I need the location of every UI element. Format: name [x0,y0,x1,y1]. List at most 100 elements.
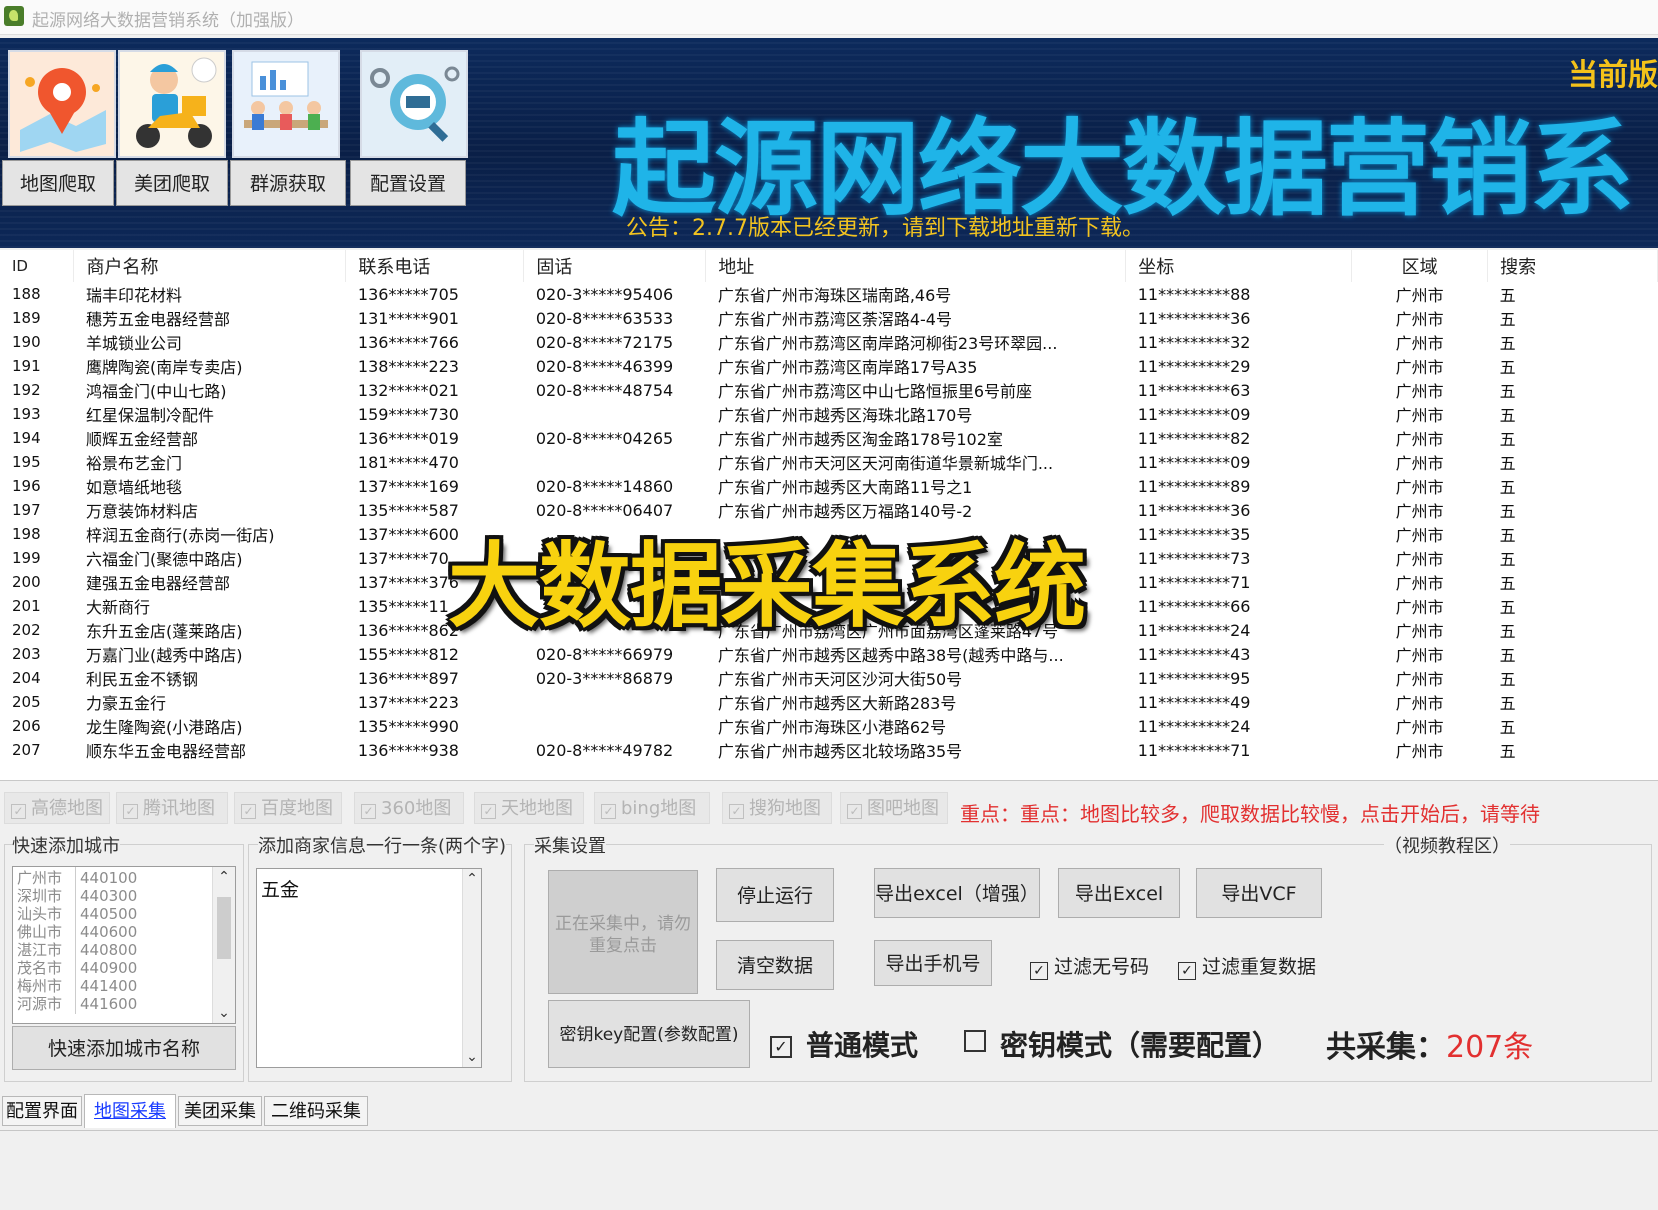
map-source-sogou[interactable]: ✓ 搜狗地图 [722,792,832,824]
tab-config[interactable]: 配置界面 [2,1096,82,1126]
table-cell [524,402,706,426]
table-cell: 136*****938 [357,740,459,760]
city-list-item[interactable]: 广州市 440100 [13,867,137,888]
config-settings-button[interactable]: 配置设置 [350,160,466,206]
export-vcf-button[interactable]: 导出VCF [1196,868,1322,918]
table-row[interactable]: 188 瑞丰印花材料 136*****705 020-3*****95406 广东省广州… [0,282,1658,306]
table-row[interactable]: 206 龙生隆陶瓷(小港路店) 135*****990 广东省广州市海珠区小港路62号… [0,714,1658,738]
normal-mode-checkbox[interactable]: ✓ 普通模式 [770,1024,918,1064]
table-cell: 11*********09 [1137,452,1251,472]
column-header[interactable]: 联系电话 [345,250,525,282]
table-cell: 136*****766 [357,332,459,352]
column-header[interactable]: 地址 [705,250,1127,282]
map-crawl-tile[interactable] [8,50,116,158]
table-row[interactable]: 192 鸿福金门(中山七路) 132*****021 020-8*****48754 广… [0,378,1658,402]
table-header-row: ID 商户名称 联系电话 固话 地址 坐标 区域 搜索 [0,250,1658,282]
column-header[interactable]: 搜索 [1487,250,1658,282]
table-cell: 五 [1499,550,1516,569]
table-row[interactable]: 194 顺辉五金经营部 136*****019 020-8*****04265 广东省广… [0,426,1658,450]
map-source-360[interactable]: ✓ 360地图 [354,792,464,824]
export-excel-button[interactable]: 导出Excel [1058,868,1180,918]
city-list-item[interactable]: 佛山市 440600 [13,921,137,942]
table-cell: 顺东华五金电器经营部 [85,742,246,761]
map-source-tuba[interactable]: ✓ 图吧地图 [840,792,948,824]
export-phone-button[interactable]: 导出手机号 [874,940,992,986]
scroll-up-icon[interactable]: ⌃ [463,871,481,887]
table-cell: 广州市 [1395,502,1444,521]
city-code: 441600 [80,995,138,1013]
table-row[interactable]: 196 如意墙纸地毯 137*****169 020-8*****14860 广东省广州… [0,474,1658,498]
clear-data-button[interactable]: 清空数据 [716,940,834,990]
meituan-crawl-tile[interactable] [118,50,226,158]
export-excel-enhanced-button[interactable]: 导出excel（增强） [874,868,1040,918]
table-cell: 五 [1499,358,1516,377]
table-cell: 11*********63 [1137,380,1251,400]
table-row[interactable]: 190 羊城锁业公司 136*****766 020-8*****72175 广东省广州… [0,330,1658,354]
column-header[interactable]: 商户名称 [73,250,347,282]
table-cell: 201 [12,597,41,615]
filter-duplicates-checkbox[interactable]: ✓ 过滤重复数据 [1178,952,1316,980]
map-source-tianditu[interactable]: ✓ 天地地图 [474,792,584,824]
meituan-crawl-button[interactable]: 美团爬取 [116,160,228,206]
city-list-item[interactable]: 茂名市 440900 [13,957,137,978]
checkbox-checked-icon: ✓ [11,804,26,819]
table-cell: 如意墙纸地毯 [85,478,182,497]
table-row[interactable]: 191 鹰牌陶瓷(南岸专卖店) 138*****223 020-8*****46399… [0,354,1658,378]
filter-no-number-checkbox[interactable]: ✓ 过滤无号码 [1030,952,1149,980]
table-cell: 广州市 [1395,286,1444,305]
city-list-item[interactable]: 汕头市 440500 [13,903,137,924]
column-header[interactable]: 坐标 [1125,250,1353,282]
group-source-tile[interactable] [232,50,340,158]
map-source-bing[interactable]: ✓ bing地图 [594,792,710,824]
scroll-down-icon[interactable]: ⌄ [463,1049,481,1065]
city-list-item[interactable]: 梅州市 441400 [13,975,137,996]
column-header[interactable]: ID [0,250,75,282]
table-cell: 190 [12,333,41,351]
column-header[interactable]: 固话 [523,250,707,282]
video-tutorial-link[interactable]: （视频教程区） [1384,832,1510,858]
table-row[interactable]: 204 利民五金不锈钢 136*****897 020-3*****86879 广东省广… [0,666,1658,690]
delivery-scooter-icon [120,52,224,156]
key-config-button[interactable]: 密钥key配置(参数配置) [548,1000,750,1068]
table-row[interactable]: 195 裕景布艺金门 181*****470 广东省广州市天河区天河南街道华景新城华门… [0,450,1658,474]
table-row[interactable]: 203 万嘉门业(越秀中路店) 155*****812 020-8*****66979… [0,642,1658,666]
city-list-scrollbar[interactable]: ⌃ ⌄ [212,867,235,1023]
table-row[interactable]: 189 穗芳五金电器经营部 131*****901 020-8*****63533 广东… [0,306,1658,330]
table-row[interactable]: 207 顺东华五金电器经营部 136*****938 020-8*****49782 广… [0,738,1658,762]
tab-meituan-collect[interactable]: 美团采集 [178,1096,262,1126]
merchant-input-scrollbar[interactable]: ⌃ ⌄ [462,869,481,1067]
scroll-down-icon[interactable]: ⌄ [213,1005,235,1021]
table-cell: 广州市 [1395,358,1444,377]
table-cell: 189 [12,309,41,327]
map-pin-icon [10,52,114,156]
map-source-baidu[interactable]: ✓ 百度地图 [234,792,342,824]
scroll-up-icon[interactable]: ⌃ [213,869,235,885]
key-mode-checkbox[interactable]: 密钥模式（需要配置） [964,1024,1280,1064]
quick-add-city-button[interactable]: 快速添加城市名称 [12,1026,236,1070]
table-cell: 广州市 [1395,670,1444,689]
table-row[interactable]: 205 力豪五金行 137*****223 广东省广州市越秀区大新路283号 11***… [0,690,1658,714]
map-source-tencent[interactable]: ✓ 腾讯地图 [116,792,228,824]
city-list-item[interactable]: 河源市 441600 [13,993,138,1014]
table-cell: 广州市 [1395,598,1444,617]
scroll-thumb[interactable] [217,897,231,959]
merchant-keywords-input[interactable]: 五金 ⌃ ⌄ [256,868,482,1068]
table-row[interactable]: 193 红星保温制冷配件 159*****730 广东省广州市越秀区海珠北路170号 1… [0,402,1658,426]
table-cell [524,714,706,738]
stop-button[interactable]: 停止运行 [716,868,834,922]
column-header[interactable]: 区域 [1351,250,1489,282]
announcement-text: 公告：2.7.7版本已经更新，请到下载地址重新下载。 [626,216,1144,241]
table-cell: 广东省广州市荔湾区南岸路河柳街23号环翠园... [717,334,1058,353]
tab-qrcode-collect[interactable]: 二维码采集 [264,1096,368,1126]
group-source-button[interactable]: 群源获取 [230,160,346,206]
checkbox-checked-icon: ✓ [770,1036,792,1058]
map-crawl-button[interactable]: 地图爬取 [2,160,114,206]
table-cell: 11*********71 [1137,740,1251,760]
city-list-item[interactable]: 深圳市 440300 [13,885,137,906]
config-tile[interactable] [360,50,468,158]
city-list[interactable]: 广州市 440100 深圳市 440300 汕头市 440500 佛山市 440600 湛江市 4… [12,866,236,1024]
map-source-gaode[interactable]: ✓ 高德地图 [4,792,110,824]
city-list-item[interactable]: 湛江市 440800 [13,939,137,960]
table-cell: 195 [12,453,41,471]
tab-map-collect[interactable]: 地图采集 [84,1094,176,1128]
